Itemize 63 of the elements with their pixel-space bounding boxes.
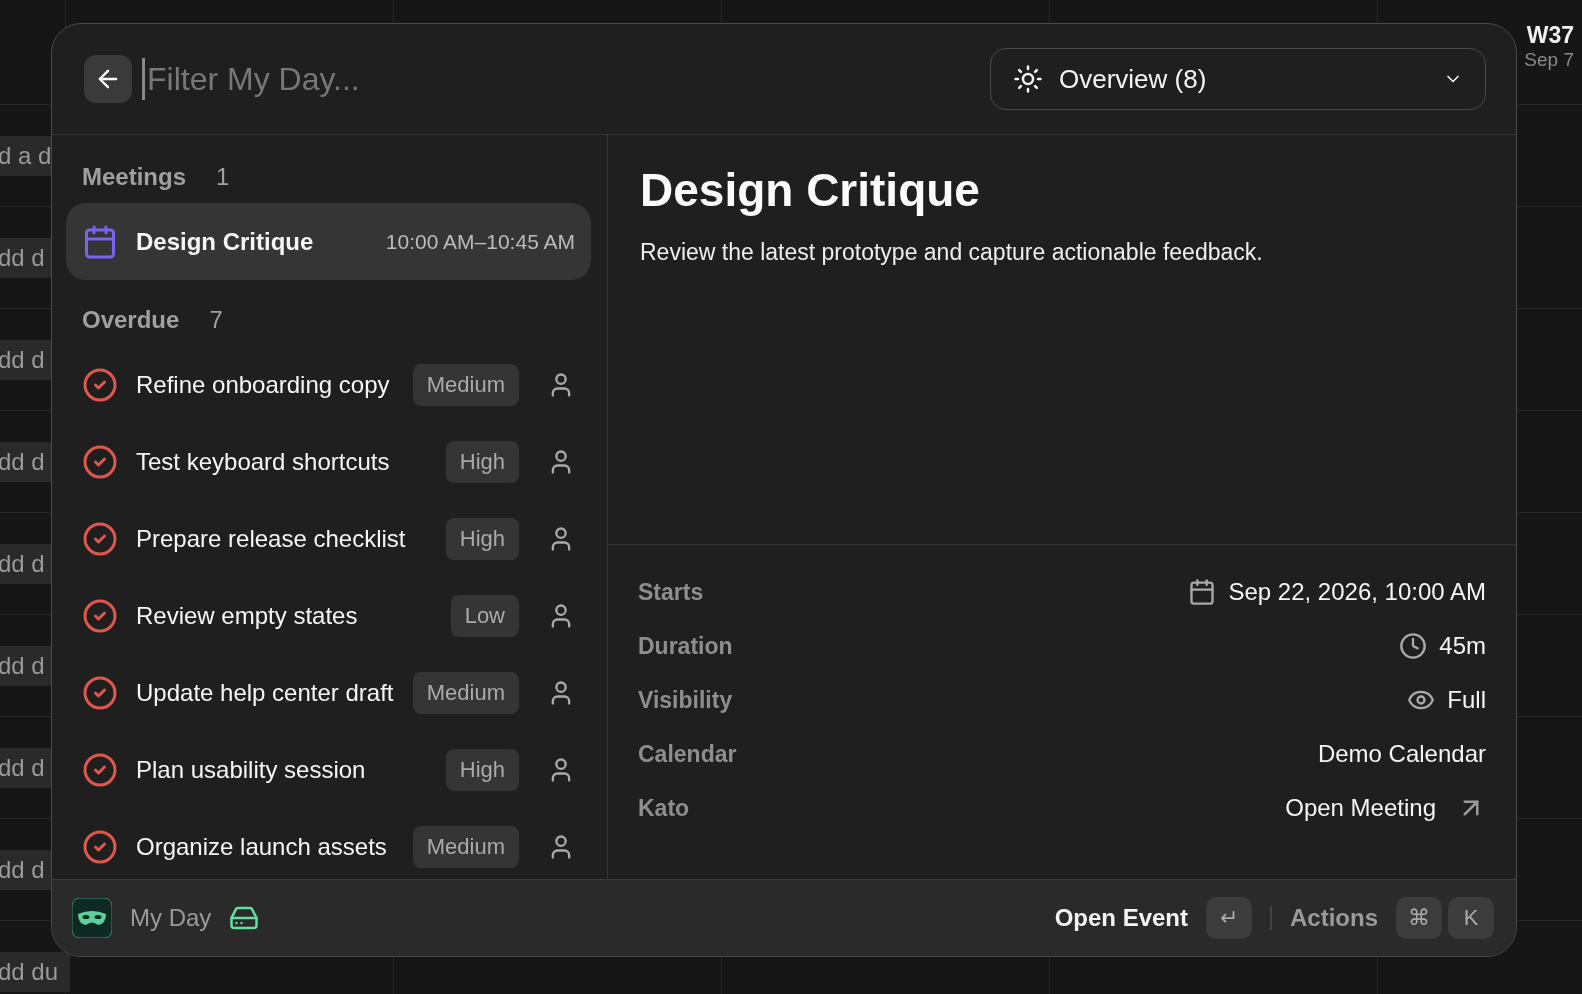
clock-icon <box>1399 632 1428 660</box>
priority-tag: High <box>445 748 519 791</box>
property-value: 45m <box>1439 632 1486 660</box>
property-label: Starts <box>638 578 704 606</box>
task-title: Test keyboard shortcuts <box>136 447 391 476</box>
task-row[interactable]: Update help center draft Medium <box>66 654 591 731</box>
task-title: Organize launch assets <box>136 832 388 861</box>
section-title: Overdue <box>82 306 180 334</box>
week-number: W37 <box>1526 22 1574 49</box>
back-button[interactable] <box>84 55 132 103</box>
task-title: Review empty states <box>136 601 359 630</box>
priority-tag: Medium <box>412 363 519 406</box>
meeting-row[interactable]: Design Critique 10:00 AM–10:45 AM <box>66 203 591 280</box>
section-count: 1 <box>216 163 230 191</box>
detail-title: Design Critique <box>640 163 981 217</box>
week-date: Sep 7 <box>1524 49 1574 71</box>
property-value: Demo Calendar <box>1317 740 1486 768</box>
priority-tag: Medium <box>412 671 519 714</box>
property-value: Sep 22, 2026, 10:00 AM <box>1228 578 1486 606</box>
task-title: Plan usability session <box>136 755 367 784</box>
meeting-time: 10:00 AM–10:45 AM <box>385 229 575 254</box>
view-dropdown[interactable]: Overview (8) <box>990 48 1486 110</box>
open-event-button[interactable]: Open Event <box>1054 904 1188 932</box>
task-row[interactable]: Organize launch assets Medium <box>66 808 591 879</box>
shortcut-key: ⌘ <box>1396 897 1442 939</box>
task-row[interactable]: Prepare release checklist High <box>66 500 591 577</box>
priority-tag: Medium <box>412 825 519 868</box>
mask-logo-icon <box>72 898 112 938</box>
check-circle-icon <box>82 828 118 865</box>
sun-icon <box>1013 64 1043 94</box>
section-count: 7 <box>209 306 223 334</box>
check-circle-icon <box>82 520 118 557</box>
check-circle-icon <box>82 366 118 403</box>
calendar-icon <box>1188 578 1217 606</box>
check-circle-icon <box>82 751 118 788</box>
property-value: Full <box>1447 686 1486 714</box>
property-label: Duration <box>638 632 733 660</box>
search-field[interactable]: Filter My Day... <box>142 58 980 100</box>
priority-tag: Low <box>450 594 519 637</box>
task-title: Refine onboarding copy <box>136 370 391 399</box>
check-circle-icon <box>82 443 118 480</box>
task-row[interactable]: Plan usability session High <box>66 731 591 808</box>
footer-title: My Day <box>130 904 212 932</box>
property-label: Visibility <box>638 686 733 714</box>
task-title: Prepare release checklist <box>136 524 407 553</box>
task-row[interactable]: Test keyboard shortcuts High <box>66 423 591 500</box>
enter-key: ↵ <box>1206 897 1252 939</box>
open-meeting-link[interactable]: Open Meeting <box>1285 794 1436 822</box>
task-row[interactable]: Review empty states Low <box>66 577 591 654</box>
property-label: Kato <box>638 794 690 822</box>
check-circle-icon <box>82 674 118 711</box>
task-title: Update help center draft <box>136 678 395 707</box>
actions-button[interactable]: Actions <box>1290 904 1378 932</box>
calendar-icon <box>82 223 118 260</box>
property-label: Calendar <box>638 740 737 768</box>
task-row[interactable]: Refine onboarding copy Medium <box>66 346 591 423</box>
shortcut-key: K <box>1448 897 1494 939</box>
check-circle-icon <box>82 597 118 634</box>
section-title: Meetings <box>82 163 186 191</box>
priority-tag: High <box>445 517 519 560</box>
detail-description: Review the latest prototype and capture actionable feedback. <box>640 239 1264 266</box>
priority-tag: High <box>445 440 519 483</box>
meeting-title: Design Critique <box>136 227 315 256</box>
